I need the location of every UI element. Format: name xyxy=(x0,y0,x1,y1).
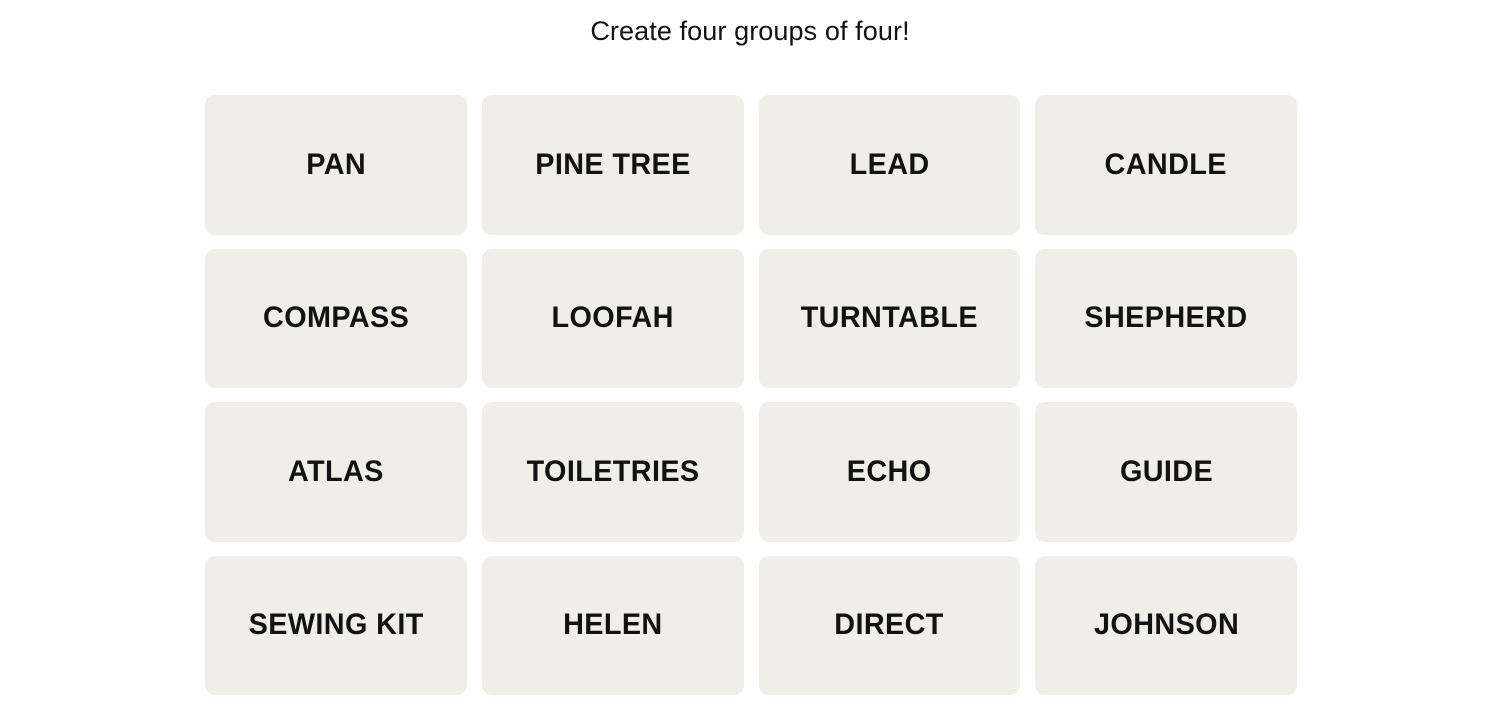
word-tile-label: LOOFAH xyxy=(551,301,674,335)
word-grid: PAN PINE TREE LEAD CANDLE COMPASS LOOFAH… xyxy=(205,95,1297,695)
page-header: Create four groups of four! xyxy=(0,0,1500,62)
word-tile[interactable]: SHEPHERD xyxy=(1035,248,1297,388)
word-tile[interactable]: GUIDE xyxy=(1035,402,1297,542)
word-tile-label: DIRECT xyxy=(834,608,945,642)
word-tile[interactable]: ECHO xyxy=(758,402,1021,542)
word-tile[interactable]: PAN xyxy=(205,95,467,235)
word-tile[interactable]: LOOFAH xyxy=(481,248,744,388)
word-tile[interactable]: ATLAS xyxy=(205,402,467,542)
word-tile-label: JOHNSON xyxy=(1093,608,1239,642)
word-tile[interactable]: COMPASS xyxy=(205,248,467,388)
word-tile-label: PAN xyxy=(305,147,366,181)
word-tile-label: CANDLE xyxy=(1104,147,1228,181)
word-tile-label: PINE TREE xyxy=(534,147,691,181)
word-tile[interactable]: TURNTABLE xyxy=(758,248,1021,388)
page-title: Create four groups of four! xyxy=(590,15,910,46)
game-page: Create four groups of four! PAN PINE TRE… xyxy=(0,0,1500,707)
word-tile-label: LEAD xyxy=(849,147,930,181)
word-tile[interactable]: DIRECT xyxy=(758,555,1021,695)
word-tile-label: SEWING KIT xyxy=(248,608,424,642)
word-tile[interactable]: HELEN xyxy=(481,555,744,695)
word-tile[interactable]: JOHNSON xyxy=(1035,555,1297,695)
word-tile-label: TURNTABLE xyxy=(800,301,979,335)
word-tile[interactable]: PINE TREE xyxy=(481,95,744,235)
word-tile-label: GUIDE xyxy=(1119,454,1213,488)
word-tile-label: HELEN xyxy=(562,608,663,642)
word-tile-label: TOILETRIES xyxy=(526,454,700,488)
word-tile[interactable]: SEWING KIT xyxy=(205,555,467,695)
word-tile-label: ECHO xyxy=(847,454,932,488)
word-tile[interactable]: TOILETRIES xyxy=(481,402,744,542)
word-tile-label: COMPASS xyxy=(262,301,409,335)
word-tile-label: SHEPHERD xyxy=(1084,301,1248,335)
word-tile[interactable]: LEAD xyxy=(758,95,1021,235)
word-tile[interactable]: CANDLE xyxy=(1035,95,1297,235)
word-tile-label: ATLAS xyxy=(287,454,384,488)
